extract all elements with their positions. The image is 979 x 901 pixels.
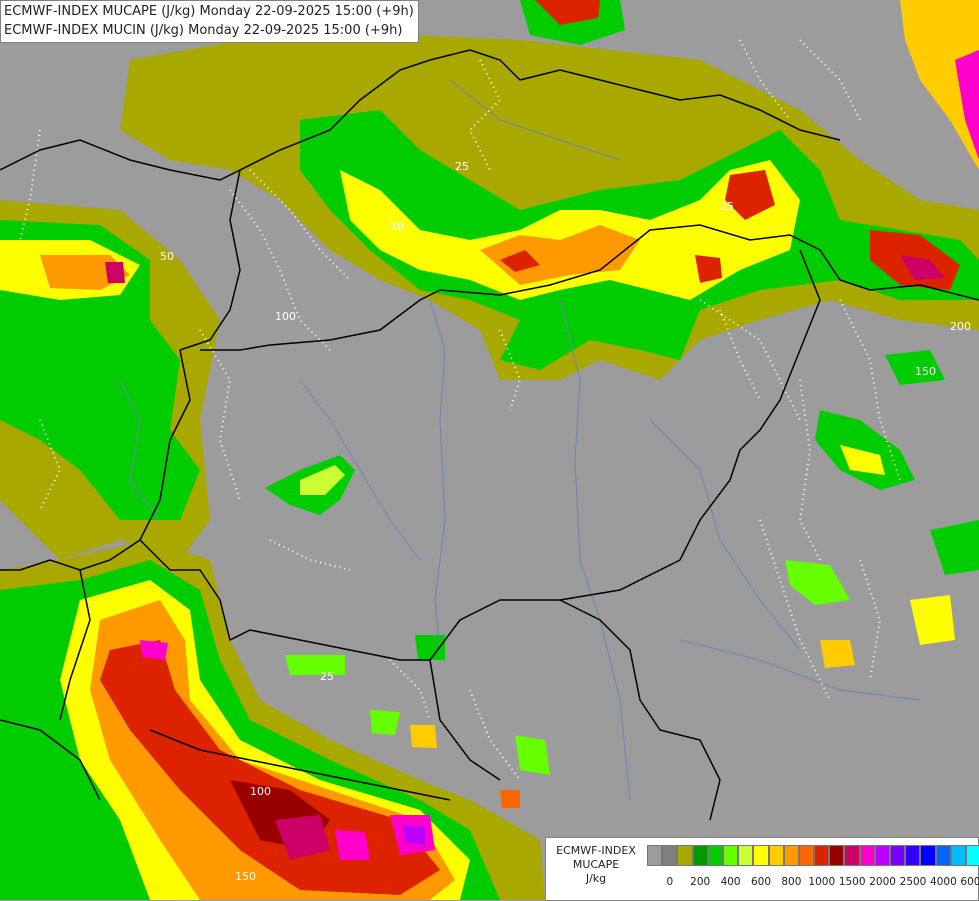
legend-swatch [783,845,799,866]
legend-tick-label: 1500 [838,876,866,888]
legend-tick-label: 0 [666,876,674,888]
title-line-mucape: ECMWF-INDEX MUCAPE (J/kg) Monday 22-09-2… [4,4,414,19]
mucape-se-9 [515,735,550,775]
legend-ticks: 0 200 400 600 800 100015002000250040006000 [647,876,979,890]
cin-label: 100 [275,310,296,323]
legend-swatch [890,845,906,866]
mucape-se-12 [415,635,445,660]
legend-swatch [874,845,890,866]
legend-title: ECMWF-INDEX MUCAPE J/kg [548,844,644,886]
legend-swatch [647,845,663,866]
legend-swatch [920,845,936,866]
cin-label: 25 [455,160,469,173]
cin-label: 150 [235,870,256,883]
cin-label: 50 [390,220,404,233]
mucape-sw-purple [403,825,425,845]
legend-swatch [814,845,830,866]
cin-label: 50 [160,250,174,263]
legend-swatch [859,845,875,866]
legend-swatch [950,845,966,866]
mucape-left-mag [105,262,125,283]
legend-swatch [738,845,754,866]
color-legend: ECMWF-INDEX MUCAPE J/kg 0 200 400 600 800 100… [545,837,979,901]
legend-unit: J/kg [585,872,607,885]
map-title: ECMWF-INDEX MUCAPE (J/kg) Monday 22-09-2… [0,0,419,43]
cin-label: 25 [320,670,334,683]
mucape-se-5 [820,640,855,668]
legend-swatch [844,845,860,866]
legend-tick-label: 200 [690,876,711,888]
cin-label: 25 [720,200,734,213]
legend-swatch [798,845,815,866]
legend-tick-label: 6000 [960,876,979,888]
mucape-sw-mag-1 [140,640,168,660]
mucape-se-11 [285,655,345,675]
legend-swatch [753,845,769,866]
legend-title-line: MUCAPE [572,858,620,871]
legend-tick-label: 800 [781,876,802,888]
legend-swatch [935,845,951,866]
legend-swatch [905,845,921,866]
legend-tick-label: 1000 [808,876,836,888]
cin-label: 200 [950,320,971,333]
legend-tick-label: 4000 [930,876,957,888]
title-line-mucin: ECMWF-INDEX MUCIN (J/kg) Monday 22-09-20… [4,23,403,38]
legend-swatch [662,845,678,866]
legend-title-line: ECMWF-INDEX [556,844,636,857]
legend-swatch [692,845,708,866]
legend-swatches [647,845,979,866]
legend-tick-label: 400 [720,876,741,888]
cin-label: 100 [250,785,271,798]
legend-swatch [768,845,784,866]
legend-swatch [829,845,845,866]
mucape-map: 25 50 100 150 200 50 25 25 100 150 [0,0,979,900]
legend-swatch [722,845,739,866]
mucape-se-10 [500,790,520,808]
legend-tick-label: 2500 [899,876,927,888]
cin-label: 150 [915,365,936,378]
mucape-sw-mag-4 [335,830,370,860]
legend-swatch [965,845,979,866]
legend-swatch [677,845,693,866]
legend-swatch [707,845,723,866]
legend-tick-label: 600 [750,876,772,888]
legend-tick-label: 2000 [869,876,896,888]
mucape-se-7 [370,710,400,735]
mucape-se-8 [410,725,437,748]
